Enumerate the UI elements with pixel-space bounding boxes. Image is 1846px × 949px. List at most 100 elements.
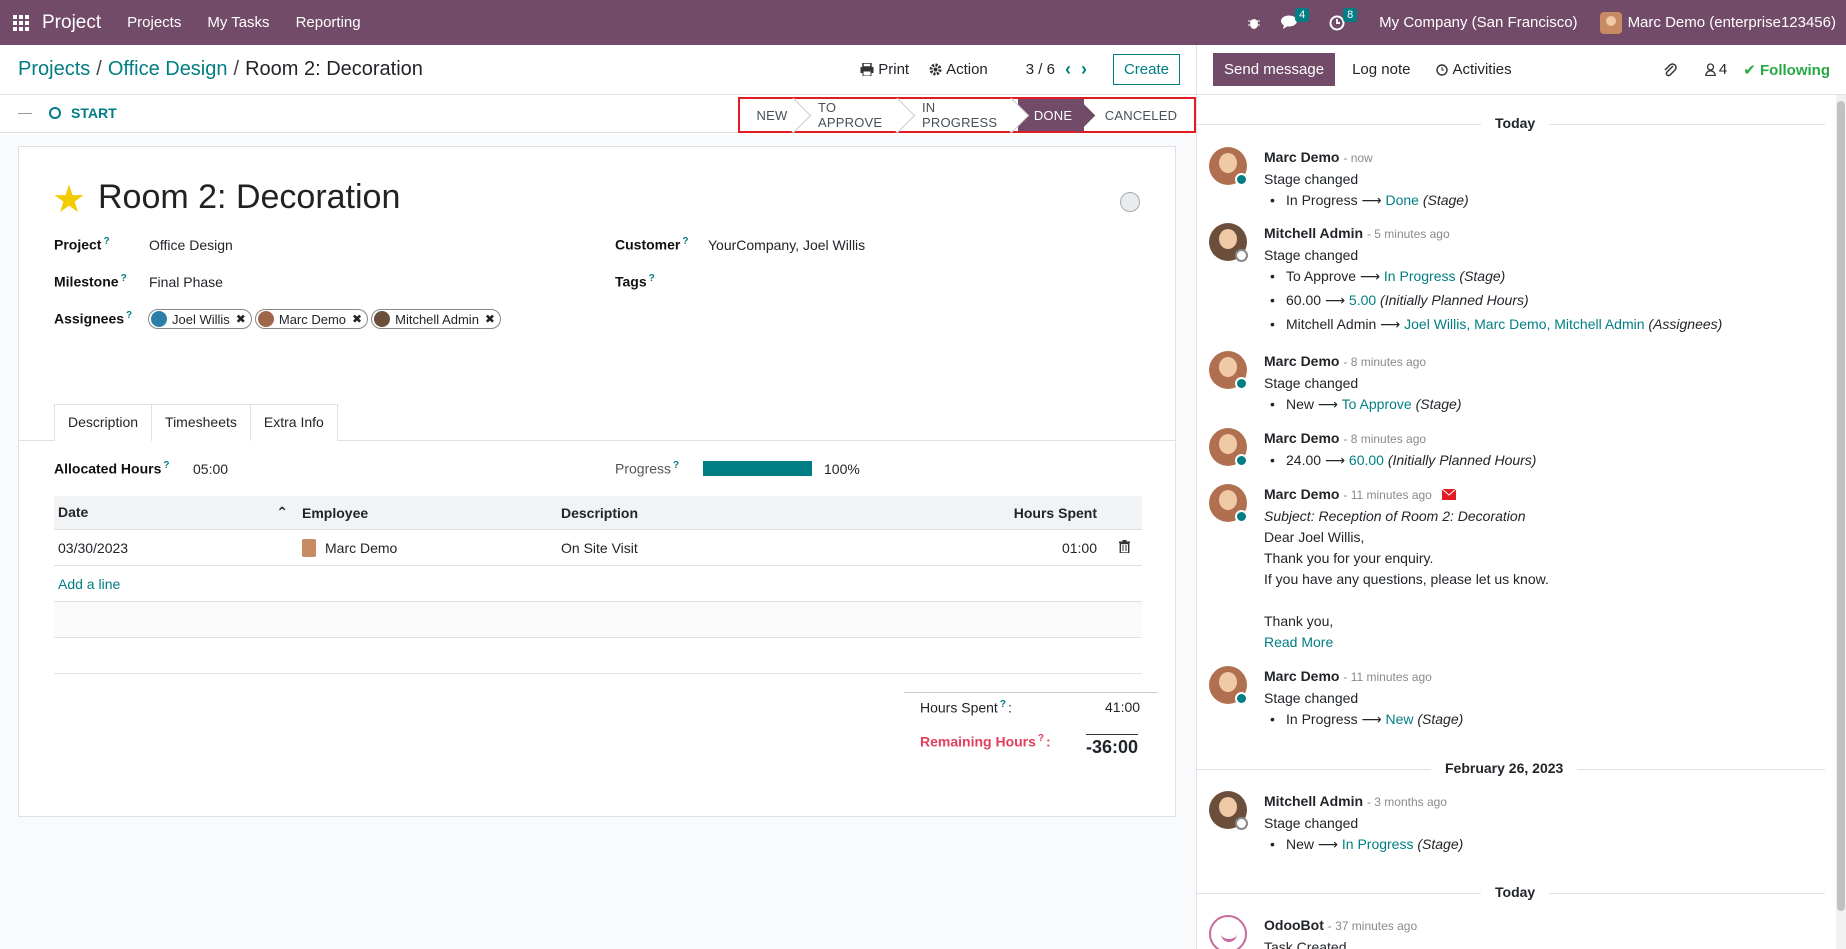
tab-extra-info[interactable]: Extra Info [249,404,338,441]
message-author[interactable]: Marc Demo [1264,353,1339,369]
remove-icon[interactable]: ✖ [236,312,246,326]
clock-icon [1436,63,1449,76]
gear-icon [929,63,942,76]
customer-field[interactable]: YourCompany, Joel Willis [708,237,865,253]
column-date[interactable]: Date ⌃ [54,504,298,521]
date-separator: February 26, 2023 [1431,760,1578,776]
user-menu[interactable]: Marc Demo (enterprise123456) [1628,14,1836,31]
message-line: Dear Joel Willis, [1264,529,1365,545]
apps-grid-icon[interactable] [0,0,42,45]
trash-icon[interactable] [1107,539,1142,556]
activities-button[interactable]: Activities [1436,61,1512,78]
breadcrumb-project[interactable]: Office Design [108,58,228,80]
message-author[interactable]: Marc Demo [1264,430,1339,446]
tracking-change: In Progress ⟶ Done (Stage) [1264,190,1469,211]
assignee-tag: Marc Demo ✖ [254,309,369,329]
scrollbar-thumb[interactable] [1837,101,1845,911]
log-note-button[interactable]: Log note [1352,61,1410,78]
message-author[interactable]: Marc Demo [1264,149,1339,165]
cell-description[interactable]: On Site Visit [557,540,957,556]
column-employee[interactable]: Employee [298,505,557,521]
timesheets-table: Date ⌃ Employee Description Hours Spent 0… [54,496,1142,674]
pager: 3 / 6 ‹ › [1026,59,1087,80]
tab-description[interactable]: Description [54,404,153,441]
following-button[interactable]: ✔ Following [1743,61,1830,79]
stage-canceled[interactable]: CANCELED [1084,99,1194,131]
tracking-change: New ⟶ In Progress (Stage) [1264,834,1463,855]
user-icon [1705,63,1716,76]
clock-icon[interactable]: 8 [1329,7,1358,31]
cell-date[interactable]: 03/30/2023 [54,540,298,556]
star-icon[interactable]: ★ [52,180,86,220]
print-label: Print [878,61,910,78]
message-author[interactable]: Mitchell Admin [1264,793,1363,809]
read-more-link[interactable]: Read More [1264,632,1549,653]
print-button[interactable]: Print [860,61,909,78]
task-title[interactable]: Room 2: Decoration [98,178,400,217]
stage-new[interactable]: NEW [740,99,800,131]
table-header: Date ⌃ Employee Description Hours Spent [54,496,1142,530]
assignees-label: Assignees? [54,310,133,327]
message-author[interactable]: Mitchell Admin [1264,225,1363,241]
cell-hours[interactable]: 01:00 [957,540,1107,556]
message-author[interactable]: Marc Demo [1264,486,1339,502]
assignees-field[interactable]: Joel Willis ✖ Marc Demo ✖ Mitchell Admin ✖ [148,309,504,329]
column-description[interactable]: Description [557,505,957,521]
app-name[interactable]: Project [42,12,101,34]
pager-value[interactable]: 3 / 6 [1026,61,1055,78]
tracking-change: Mitchell Admin ⟶ Joel Willis, Marc Demo,… [1264,314,1722,335]
customer-label: Customer? [615,236,689,253]
allocated-hours-field[interactable]: 05:00 [193,461,228,477]
menu-projects[interactable]: Projects [127,14,181,31]
message-time: - 11 minutes ago [1343,488,1432,502]
assignee-tag: Mitchell Admin ✖ [371,309,501,329]
online-status-icon [1235,454,1248,467]
remove-icon[interactable]: ✖ [485,312,495,326]
offline-status-icon [1235,249,1248,262]
milestone-field[interactable]: Final Phase [149,274,223,290]
stage-to-approve[interactable]: TO APPROVE [800,99,904,131]
hours-spent-total: 41:00 [1105,699,1141,715]
assignee-tag: Joel Willis ✖ [148,309,252,329]
chevron-right-icon[interactable]: › [1081,59,1087,80]
paperclip-icon[interactable] [1663,62,1677,78]
tab-timesheets[interactable]: Timesheets [151,404,251,441]
chatter-topbar: Send message Log note Activities 4 ✔ Fol… [1197,45,1846,95]
tags-field[interactable] [708,274,1108,292]
message-author[interactable]: Marc Demo [1264,668,1339,684]
remove-icon[interactable]: ✖ [352,312,362,326]
message-author[interactable]: OdooBot [1264,917,1324,933]
stage-selector: NEW TO APPROVE IN PROGRESS DONE CANCELED [738,97,1196,133]
chat-icon[interactable]: 4 [1281,8,1310,30]
breadcrumb-projects[interactable]: Projects [18,58,90,80]
menu-my-tasks[interactable]: My Tasks [207,14,269,31]
company-switcher[interactable]: My Company (San Francisco) [1379,14,1577,31]
followers-button[interactable]: 4 [1705,61,1727,78]
kanban-state-toggle[interactable] [1120,192,1140,212]
send-message-button[interactable]: Send message [1213,53,1336,86]
odoobot-avatar[interactable] [1209,915,1247,949]
stage-in-progress[interactable]: IN PROGRESS [904,99,1018,131]
online-status-icon [1235,377,1248,390]
cell-employee[interactable]: Marc Demo [298,538,557,557]
online-status-icon [1235,510,1248,523]
bug-icon[interactable] [1247,16,1261,30]
column-hours-spent[interactable]: Hours Spent [957,505,1107,521]
action-button[interactable]: Action [929,61,988,78]
start-timer-button[interactable]: START [18,105,117,121]
envelope-icon[interactable] [1441,488,1457,500]
create-button[interactable]: Create [1112,54,1180,85]
chevron-left-icon[interactable]: ‹ [1065,59,1071,80]
start-label: START [71,105,117,121]
milestone-label: Milestone? [54,273,127,290]
message-text: Stage changed [1264,247,1359,263]
print-icon [860,63,874,76]
add-line-link[interactable]: Add a line [54,576,120,592]
avatar [257,311,274,327]
message-text: Stage changed [1264,375,1359,391]
table-row[interactable]: 03/30/2023 Marc Demo On Site Visit 01:00 [54,530,1142,566]
message-line: If you have any questions, please let us… [1264,571,1549,587]
project-field[interactable]: Office Design [149,237,233,253]
user-avatar[interactable] [1599,11,1622,34]
menu-reporting[interactable]: Reporting [296,14,361,31]
